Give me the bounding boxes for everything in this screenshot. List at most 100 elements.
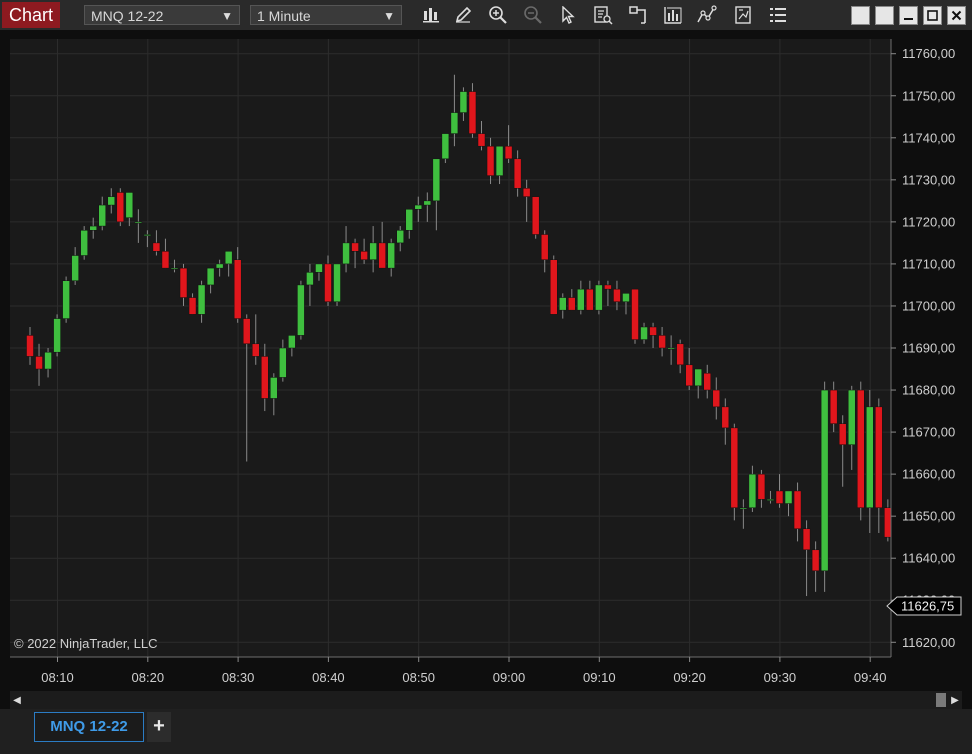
candle-body-down bbox=[531, 196, 540, 235]
y-axis-tick-label: 11680,00 bbox=[902, 383, 955, 398]
candle-body-down bbox=[261, 356, 269, 399]
y-axis-tick-label: 11660,00 bbox=[902, 467, 955, 482]
candle-body-up bbox=[224, 251, 233, 265]
candle-body-down bbox=[486, 145, 495, 176]
candle-body-down bbox=[658, 335, 666, 349]
interval-selector-value: 1 Minute bbox=[257, 8, 311, 24]
tile-icon[interactable] bbox=[851, 6, 870, 25]
candle-body-up bbox=[784, 490, 793, 504]
y-axis-tick-label: 11670,00 bbox=[902, 425, 955, 440]
pointer-icon[interactable] bbox=[557, 4, 579, 26]
x-axis-tick-label: 08:50 bbox=[402, 670, 435, 685]
candle-body-up bbox=[134, 221, 143, 224]
drawing-pencil-icon[interactable] bbox=[452, 4, 474, 26]
y-axis-tick-label: 11620,00 bbox=[902, 635, 955, 650]
chart-trader-icon[interactable] bbox=[662, 4, 684, 26]
properties-icon[interactable] bbox=[767, 4, 789, 26]
candle-body-down bbox=[811, 549, 820, 572]
candle-body-down bbox=[685, 364, 693, 387]
candle-body-up bbox=[206, 267, 215, 286]
candle-body-down bbox=[884, 507, 892, 538]
candle-body-up bbox=[595, 284, 603, 311]
candle bbox=[468, 83, 477, 138]
candle-body-up bbox=[866, 406, 874, 509]
copyright-text: © 2022 NinjaTrader, LLC bbox=[14, 636, 158, 651]
candle-body-up bbox=[748, 473, 757, 509]
tile-icon[interactable] bbox=[875, 6, 894, 25]
candle-body-down bbox=[233, 259, 242, 319]
bar-type-icon[interactable] bbox=[420, 4, 442, 26]
y-axis-tick-label: 11720,00 bbox=[902, 214, 955, 229]
candle-body-up bbox=[640, 326, 648, 340]
candle-body-down bbox=[730, 427, 739, 509]
candle-body-up bbox=[170, 267, 179, 270]
candle-body-up bbox=[71, 255, 79, 281]
candle-body-down bbox=[522, 187, 531, 197]
interval-selector[interactable]: 1 Minute ▼ bbox=[250, 5, 402, 25]
last-price-label: 11626,75 bbox=[901, 599, 954, 614]
add-tab-button[interactable]: + bbox=[147, 712, 171, 742]
y-axis-tick-label: 11730,00 bbox=[902, 172, 955, 187]
x-axis-tick-label: 08:40 bbox=[312, 670, 345, 685]
minimize-icon[interactable] bbox=[899, 6, 918, 25]
x-axis-tick-label: 08:30 bbox=[222, 670, 255, 685]
candle-body-down bbox=[676, 343, 684, 366]
tab-mnq-12-22[interactable]: MNQ 12-22 bbox=[34, 712, 144, 742]
zoom-in-icon[interactable] bbox=[487, 4, 509, 26]
chart-window-label[interactable]: Chart bbox=[2, 2, 60, 28]
candle bbox=[549, 255, 558, 315]
candle-body-up bbox=[297, 284, 305, 336]
candle-body-up bbox=[450, 112, 459, 134]
candle bbox=[857, 381, 865, 521]
candle bbox=[441, 133, 450, 164]
candle-body-up bbox=[577, 288, 585, 311]
candle-body-up bbox=[89, 225, 97, 231]
strategy-icon[interactable] bbox=[627, 4, 649, 26]
horizontal-scrollbar[interactable]: ◀ ▶ bbox=[10, 691, 962, 709]
instrument-selector[interactable]: MNQ 12-22 ▼ bbox=[84, 5, 240, 25]
instrument-selector-value: MNQ 12-22 bbox=[91, 8, 164, 24]
templates-icon[interactable] bbox=[732, 4, 754, 26]
candle-body-down bbox=[649, 326, 657, 336]
scroll-left-icon[interactable]: ◀ bbox=[10, 691, 24, 709]
candle-body-down bbox=[540, 234, 549, 260]
candle-body-down bbox=[116, 192, 125, 223]
candle-body-down bbox=[477, 133, 486, 147]
candle-body-up bbox=[423, 200, 432, 206]
tab-bar: MNQ 12-22 + bbox=[0, 709, 972, 754]
close-icon[interactable] bbox=[947, 6, 966, 25]
chart-area[interactable]: 11760,00 11750,00 11740,00 11730,00 11720,00… bbox=[0, 30, 972, 690]
candle-body-up bbox=[459, 91, 468, 113]
candle-body-down bbox=[613, 288, 621, 303]
candle-body-up bbox=[306, 272, 314, 286]
candle-body-up bbox=[405, 209, 414, 231]
candle-body-down bbox=[829, 389, 838, 424]
candle-body-up bbox=[694, 368, 702, 387]
candle-body-down bbox=[604, 284, 612, 290]
candle-body-up bbox=[622, 293, 630, 303]
indicators-icon[interactable] bbox=[697, 4, 719, 26]
maximize-icon[interactable] bbox=[923, 6, 942, 25]
candle bbox=[53, 314, 61, 357]
scroll-right-icon[interactable]: ▶ bbox=[948, 691, 962, 709]
candle bbox=[297, 280, 305, 340]
candle-body-down bbox=[252, 343, 260, 357]
price-chart[interactable]: 11760,00 11750,00 11740,00 11730,00 11720,00… bbox=[0, 30, 972, 690]
candle-body-down bbox=[26, 335, 34, 357]
candle bbox=[333, 263, 341, 306]
candle-body-up bbox=[559, 297, 567, 311]
candle-body-up bbox=[667, 347, 675, 350]
candle-body-up bbox=[288, 335, 296, 349]
candle-body-down bbox=[35, 356, 43, 370]
zoom-out-icon[interactable] bbox=[522, 4, 544, 26]
scroll-thumb[interactable] bbox=[936, 693, 946, 707]
data-box-icon[interactable] bbox=[592, 4, 614, 26]
candle-body-down bbox=[568, 297, 576, 311]
candle bbox=[62, 276, 70, 323]
candle-body-up bbox=[441, 133, 450, 160]
candle-body-down bbox=[775, 490, 784, 504]
x-axis-tick-label: 09:00 bbox=[493, 670, 526, 685]
candle-body-up bbox=[414, 204, 423, 210]
candle-body-down bbox=[793, 490, 802, 530]
y-axis-tick-label: 11690,00 bbox=[902, 341, 955, 356]
